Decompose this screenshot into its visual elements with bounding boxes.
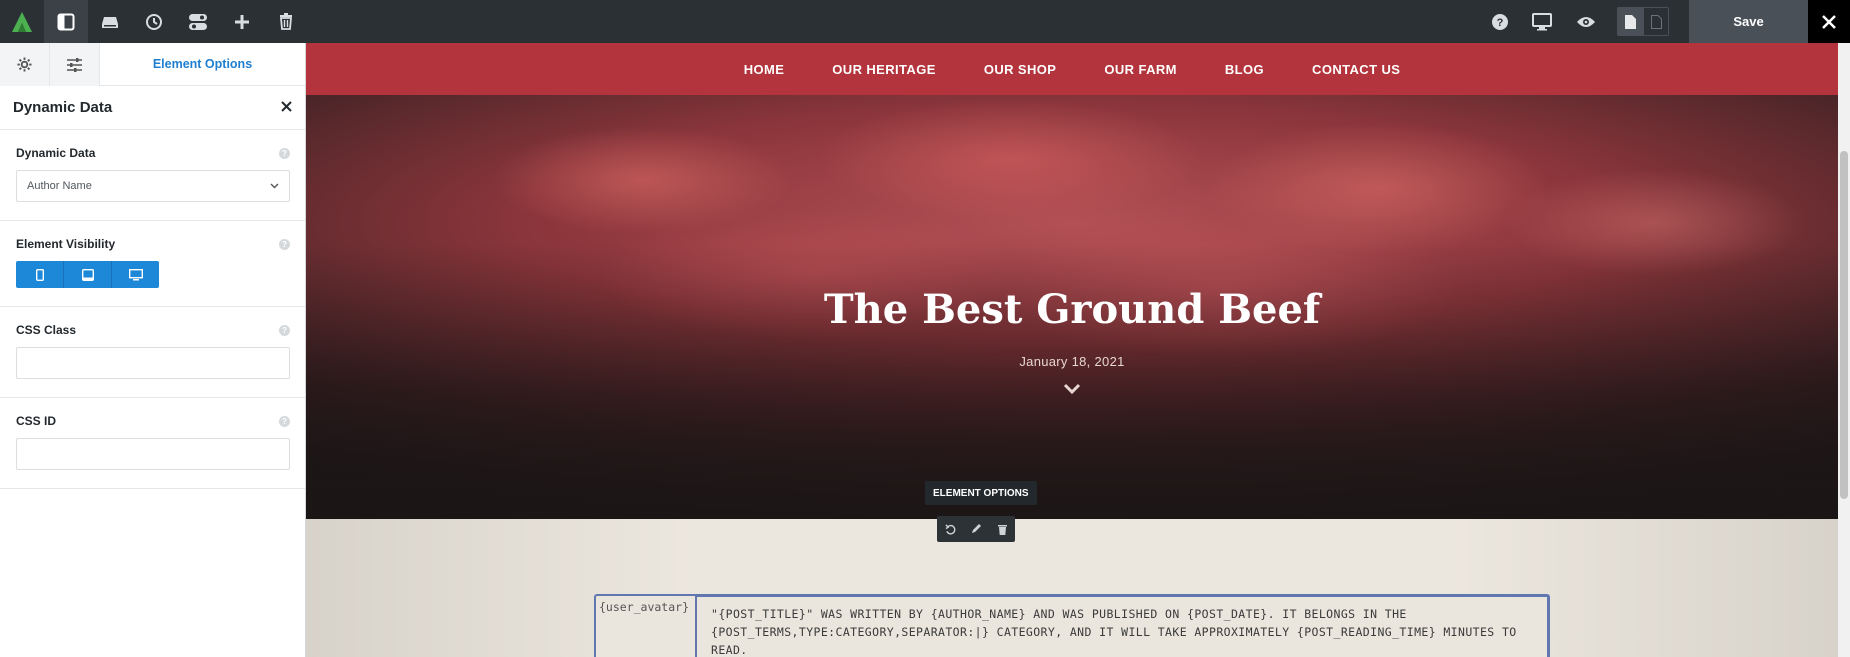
- element-options-tooltip: ELEMENT OPTIONS: [925, 481, 1037, 505]
- eye-icon[interactable]: [1564, 0, 1608, 43]
- css-id-input[interactable]: [16, 438, 290, 470]
- desktop-icon: [128, 268, 143, 280]
- help-icon[interactable]: ?: [279, 415, 290, 427]
- nav-item-our-heritage[interactable]: OUR HERITAGE: [832, 62, 936, 77]
- page-canvas: HOME OUR HERITAGE OUR SHOP OUR FARM BLOG…: [306, 43, 1838, 657]
- desktop-visibility-button[interactable]: [112, 261, 159, 288]
- logo-icon[interactable]: [0, 0, 44, 43]
- history-icon[interactable]: [132, 0, 176, 43]
- scrollbar-thumb[interactable]: [1840, 151, 1848, 499]
- post-title: The Best Ground Beef: [823, 286, 1321, 333]
- tab-element-options[interactable]: Element Options: [100, 43, 305, 85]
- sidebar-panel-icon[interactable]: [44, 0, 88, 43]
- chevron-down-icon[interactable]: [1063, 382, 1081, 400]
- visibility-section: Element Visibility ?: [0, 221, 305, 307]
- edit-icon[interactable]: [963, 516, 989, 542]
- settings-tab[interactable]: [0, 43, 50, 86]
- toggles-icon[interactable]: [176, 0, 220, 43]
- nav-item-blog[interactable]: BLOG: [1225, 62, 1264, 77]
- css-class-input[interactable]: [16, 347, 290, 379]
- author-description[interactable]: "{POST_TITLE}" WAS WRITTEN BY {AUTHOR_NA…: [696, 596, 1548, 657]
- css-class-label: CSS Class: [16, 323, 77, 337]
- add-icon[interactable]: [220, 0, 264, 43]
- trash-icon[interactable]: [264, 0, 308, 43]
- panel-header: Dynamic Data: [0, 86, 305, 130]
- help-icon[interactable]: ?: [279, 324, 290, 336]
- visibility-toggle-group: [16, 261, 159, 288]
- panel-title: Dynamic Data: [13, 99, 113, 116]
- css-id-section: CSS ID ?: [0, 398, 305, 489]
- canvas-scrollbar[interactable]: [1838, 43, 1850, 657]
- layers-icon[interactable]: [88, 0, 132, 43]
- save-button[interactable]: Save: [1689, 0, 1808, 43]
- dynamic-data-value: Author Name: [27, 180, 92, 192]
- help-icon[interactable]: ?: [1478, 0, 1522, 43]
- css-id-label: CSS ID: [16, 414, 57, 428]
- help-icon[interactable]: ?: [279, 238, 290, 250]
- tablet-icon: [81, 268, 94, 281]
- builder-toolbar: ? Save: [0, 0, 1850, 43]
- site-nav: HOME OUR HERITAGE OUR SHOP OUR FARM BLOG…: [306, 43, 1838, 95]
- sliders-icon: [67, 57, 82, 72]
- element-mini-toolbar: [937, 516, 1015, 542]
- page-outline-icon[interactable]: [1643, 7, 1669, 36]
- undo-icon[interactable]: [937, 516, 963, 542]
- page-icon[interactable]: [1617, 7, 1643, 36]
- chevron-down-icon: [270, 183, 279, 189]
- close-icon[interactable]: [1808, 0, 1850, 43]
- nav-item-home[interactable]: HOME: [744, 62, 785, 77]
- panel-tabs: Element Options: [0, 43, 305, 86]
- help-icon[interactable]: ?: [279, 147, 290, 159]
- css-class-section: CSS Class ?: [0, 307, 305, 398]
- desktop-icon[interactable]: [1520, 0, 1564, 43]
- dynamic-data-section: Dynamic Data ? Author Name: [0, 130, 305, 221]
- svg-text:?: ?: [1497, 17, 1504, 29]
- dynamic-data-select[interactable]: Author Name: [16, 170, 290, 202]
- trash-icon[interactable]: [989, 516, 1015, 542]
- nav-item-contact-us[interactable]: CONTACT US: [1312, 62, 1400, 77]
- close-panel-icon[interactable]: [281, 99, 292, 117]
- gear-icon: [17, 57, 32, 72]
- post-date: January 18, 2021: [1019, 354, 1125, 369]
- visibility-label: Element Visibility: [16, 237, 116, 251]
- author-box-element[interactable]: {user_avatar} "{POST_TITLE}" WAS WRITTEN…: [594, 594, 1550, 657]
- mobile-visibility-button[interactable]: [16, 261, 64, 288]
- style-tab[interactable]: [50, 43, 100, 86]
- tablet-visibility-button[interactable]: [64, 261, 112, 288]
- mobile-icon: [35, 268, 44, 281]
- element-options-panel: Element Options Dynamic Data Dynamic Dat…: [0, 43, 306, 657]
- dynamic-data-label: Dynamic Data: [16, 146, 96, 160]
- nav-item-our-farm[interactable]: OUR FARM: [1104, 62, 1177, 77]
- nav-item-our-shop[interactable]: OUR SHOP: [984, 62, 1057, 77]
- avatar-placeholder: {user_avatar}: [596, 596, 696, 657]
